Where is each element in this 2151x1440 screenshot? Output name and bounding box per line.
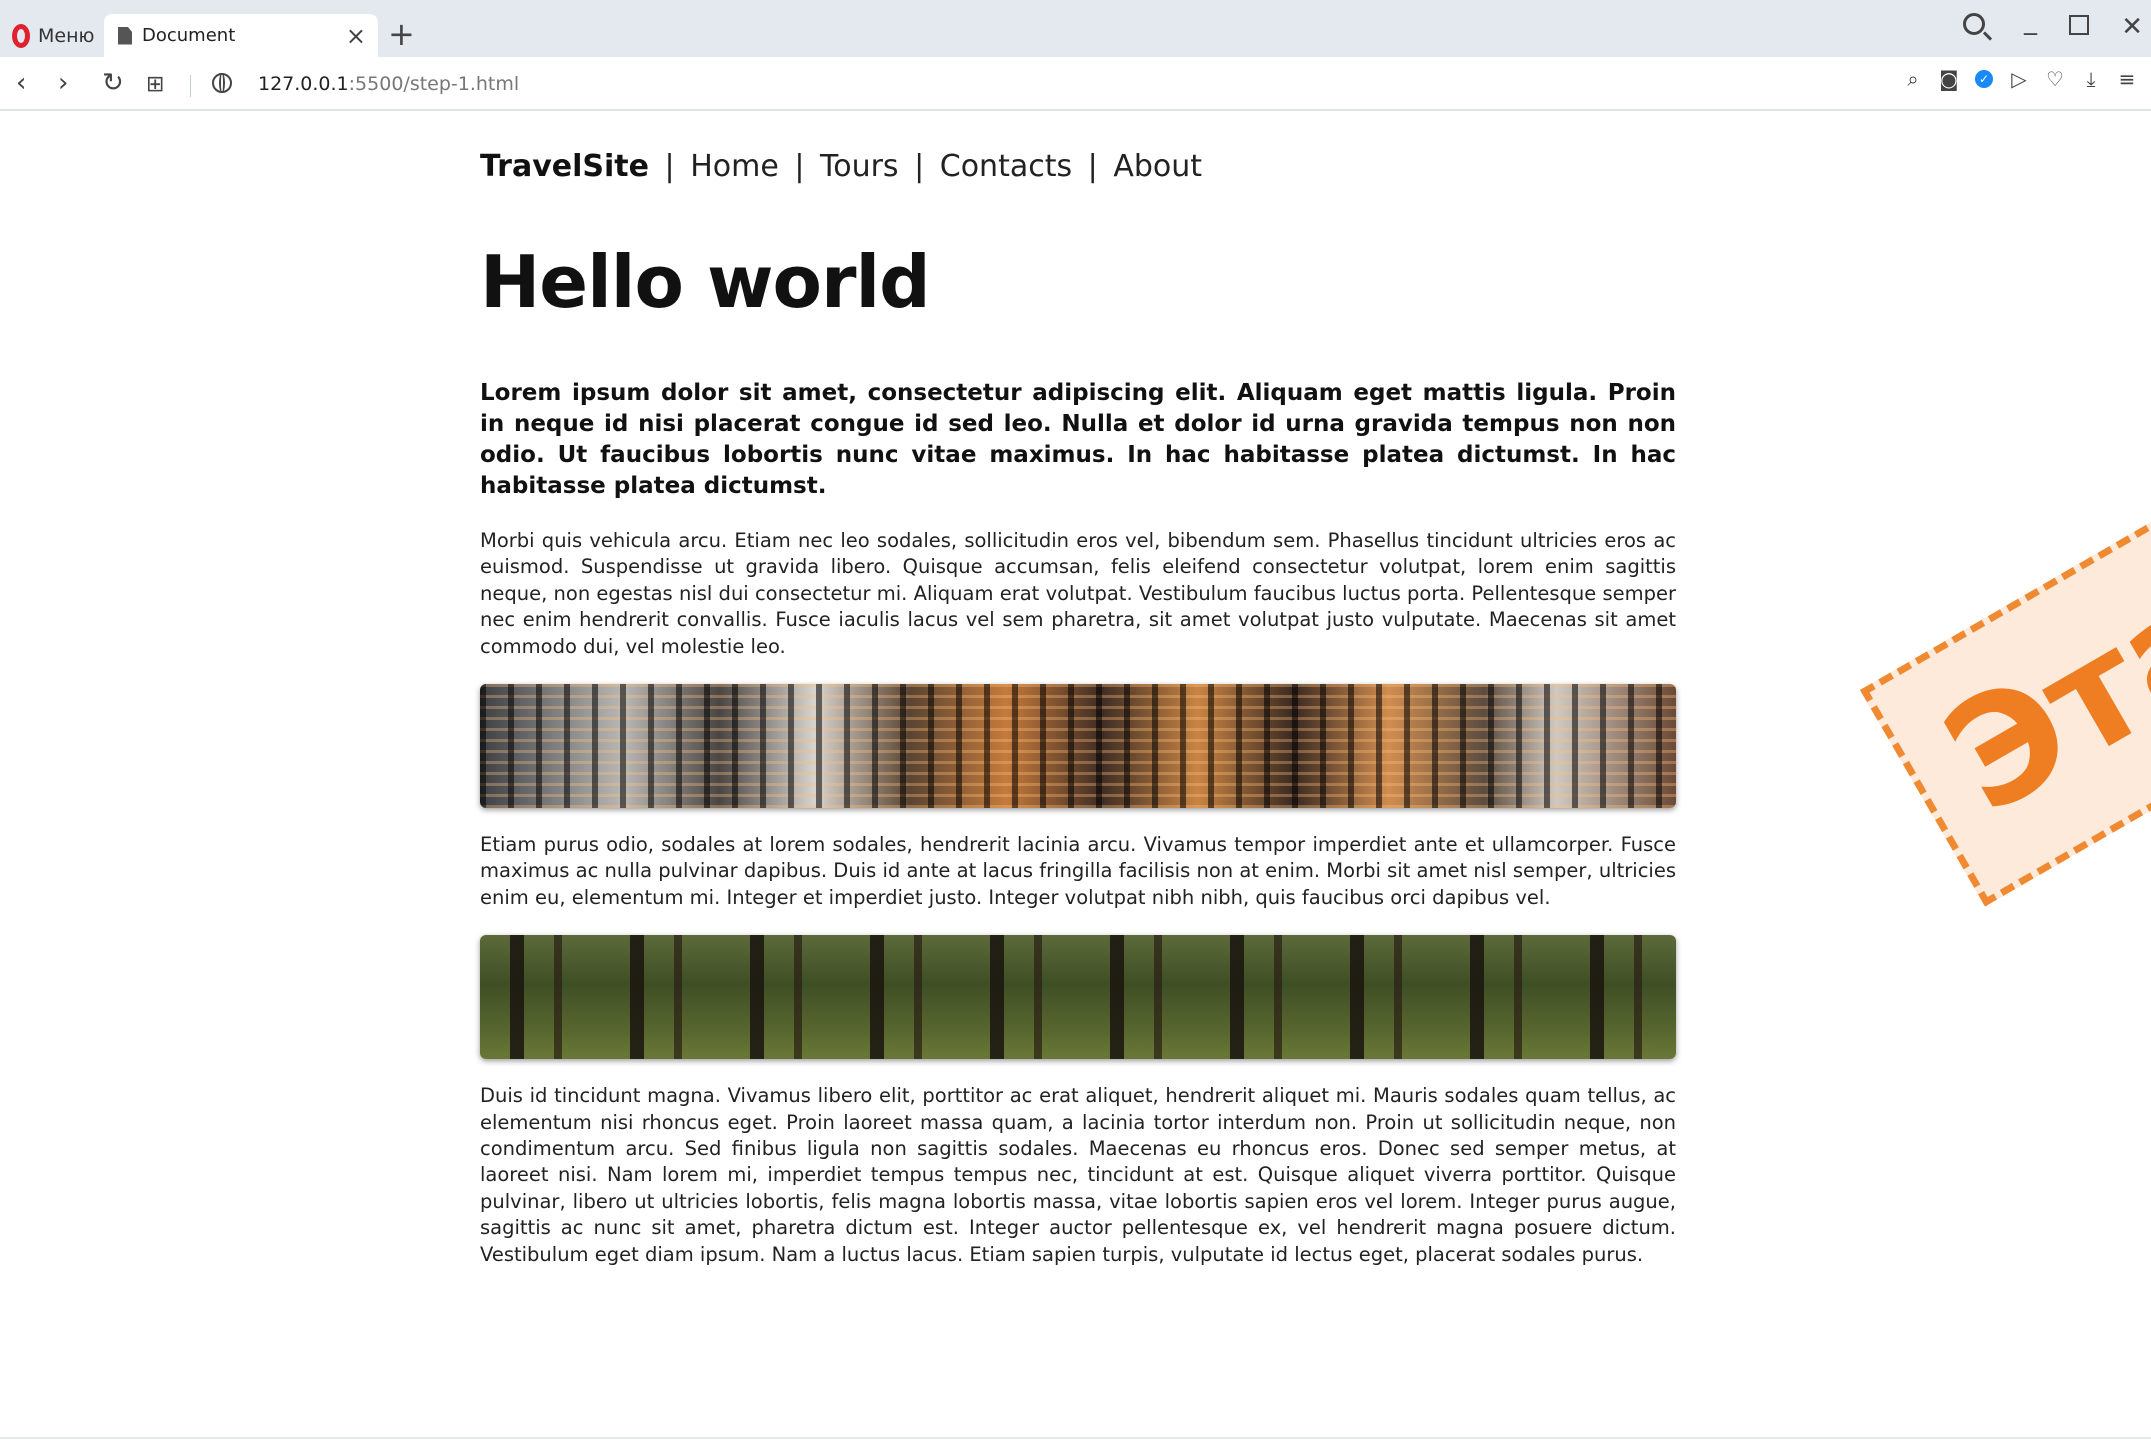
globe-icon[interactable] [212,73,232,93]
camera-icon[interactable]: ◙ [1939,69,1959,89]
heart-icon[interactable]: ♡ [2045,69,2065,89]
reload-icon[interactable]: ↻ [102,69,124,97]
stamp-text: Этап [1918,495,2151,848]
nav-link-contacts[interactable]: Contacts [940,149,1072,184]
nav-link-home[interactable]: Home [690,149,779,184]
window-bottom-border [0,1437,2151,1439]
snapshot-icon[interactable]: ⌕ [1903,69,1923,89]
city-banner-image [480,684,1676,809]
url-field[interactable]: 127.0.0.1:5500/step-1.html [258,69,519,99]
menu-label: Меню [38,25,95,47]
toolbar-divider [190,75,191,97]
plus-icon[interactable]: + [388,16,415,52]
easy-setup-icon[interactable]: ≡ [2117,69,2137,89]
forest-banner-image [480,935,1676,1060]
site-nav: TravelSite | Home | Tours | Contacts | A… [480,140,1676,194]
send-icon[interactable]: ▷ [2009,69,2029,89]
tab-grid-icon[interactable]: ⊞ [146,71,164,99]
download-icon[interactable]: ⤓ [2081,69,2101,89]
vpn-icon[interactable]: ✓ [1975,70,1993,88]
forward-icon[interactable]: › [58,69,68,97]
lead-paragraph: Lorem ipsum dolor sit amet, consectetur … [480,380,1676,499]
document-icon [118,26,132,45]
minimize-icon[interactable]: _ [2024,6,2037,36]
tab-title: Document [142,25,236,46]
nav-separator: | [794,149,805,184]
nav-separator: | [914,149,925,184]
page-title: Hello world [480,240,931,324]
url-host: 127.0.0.1 [258,73,349,95]
search-icon[interactable] [1963,12,1985,42]
toolbar-right-icons: ⌕ ◙ ✓ ▷ ♡ ⤓ ≡ [1903,69,2137,89]
site-brand[interactable]: TravelSite [480,149,649,184]
nav-separator: | [1087,149,1098,184]
opera-logo-icon [12,24,30,48]
body-paragraph-1: Morbi quis vehicula arcu. Etiam nec leo … [480,529,1676,658]
nav-link-tours[interactable]: Tours [820,149,899,184]
nav-link-about[interactable]: About [1113,149,1202,184]
maximize-icon[interactable] [2069,12,2089,42]
opera-menu-button[interactable]: Меню [0,16,100,56]
window-close-icon[interactable]: ✕ [2121,12,2143,42]
back-icon[interactable]: ‹ [16,69,26,97]
browser-tab-bar: Меню Document × + _ ✕ [0,0,2151,58]
body-paragraph-2: Etiam purus odio, sodales at lorem sodal… [480,833,1676,909]
url-path: :5500/step-1.html [348,73,520,95]
body-paragraph-3: Duis id tincidunt magna. Vivamus libero … [480,1084,1676,1266]
tab-document[interactable]: Document × [104,14,378,57]
nav-separator: | [664,149,675,184]
close-icon[interactable]: × [346,24,366,48]
address-bar: ‹ › ↻ ⊞ 127.0.0.1:5500/step-1.html ⌕ ◙ ✓… [0,57,2151,111]
page-content: TravelSite | Home | Tours | Contacts | A… [480,140,1676,1292]
stage-stamp: Этап [1860,430,2151,907]
